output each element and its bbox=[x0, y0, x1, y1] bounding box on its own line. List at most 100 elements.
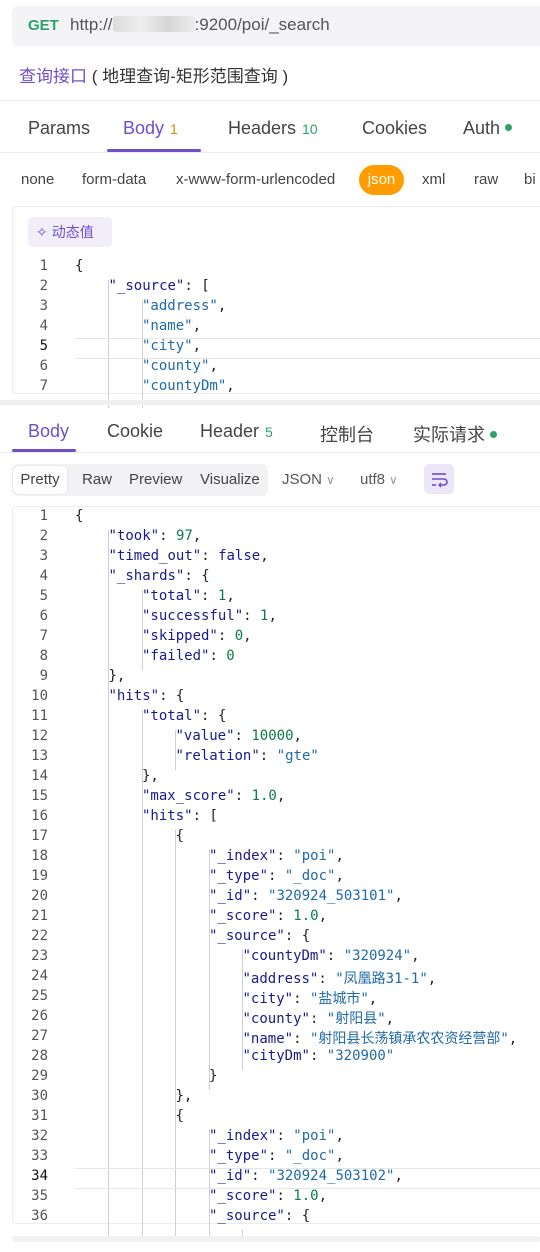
line-number: 15 bbox=[31, 788, 48, 804]
line-number: 27 bbox=[31, 1028, 48, 1044]
code-line: "max_score": 1.0, bbox=[142, 788, 286, 804]
body-count-badge: 1 bbox=[170, 121, 178, 137]
code-line: "successful": 1, bbox=[142, 608, 277, 624]
view-preview[interactable]: Preview bbox=[129, 471, 182, 488]
view-visualize[interactable]: Visualize bbox=[200, 471, 260, 488]
horizontal-scrollbar[interactable] bbox=[12, 1236, 540, 1242]
indent-guide bbox=[108, 530, 109, 1238]
code-line: "hits": { bbox=[108, 688, 185, 704]
line-number: 3 bbox=[39, 298, 48, 314]
code-line: { bbox=[75, 258, 84, 274]
code-line: "took": 97, bbox=[108, 528, 202, 544]
redacted-host bbox=[112, 16, 195, 32]
code-line: "total": 1, bbox=[142, 588, 235, 604]
line-number: 26 bbox=[31, 1008, 48, 1024]
format-select[interactable]: JSON ∨ bbox=[282, 471, 335, 488]
line-number: 21 bbox=[31, 908, 48, 924]
resp-tab-console[interactable]: 控制台 bbox=[320, 421, 374, 447]
line-number: 28 bbox=[31, 1048, 48, 1064]
code-line: "hits": [ bbox=[142, 808, 218, 824]
body-type-xml[interactable]: xml bbox=[422, 171, 445, 188]
line-number: 17 bbox=[31, 828, 48, 844]
code-line: "name": "射阳县长荡镇承农农资经营部", bbox=[242, 1031, 518, 1047]
request-title: 查询接口 ( 地理查询-矩形范围查询 ) bbox=[19, 62, 288, 87]
wrap-lines-icon bbox=[432, 473, 448, 488]
tab-auth[interactable]: Auth bbox=[463, 118, 513, 139]
indent-guide bbox=[208, 850, 210, 1090]
body-type-form-data[interactable]: form-data bbox=[82, 171, 146, 188]
line-number: 32 bbox=[31, 1128, 48, 1144]
code-line: "_source": [ bbox=[108, 278, 210, 294]
code-line: "relation": "gte" bbox=[175, 748, 319, 764]
line-number: 23 bbox=[31, 948, 48, 964]
section-divider bbox=[0, 400, 540, 405]
code-line: { bbox=[175, 1108, 184, 1124]
line-number: 35 bbox=[31, 1188, 48, 1204]
code-line: "county", bbox=[142, 358, 218, 374]
body-type-json[interactable]: json bbox=[359, 165, 404, 195]
line-number: 25 bbox=[31, 988, 48, 1004]
code-line: "_index": "poi", bbox=[209, 1128, 344, 1144]
code-line: "_source": { bbox=[209, 928, 311, 944]
line-number: 13 bbox=[31, 748, 48, 764]
resp-tab-body[interactable]: Body bbox=[28, 421, 69, 442]
headers-count-badge: 10 bbox=[302, 121, 318, 137]
line-number: 12 bbox=[31, 728, 48, 744]
view-raw[interactable]: Raw bbox=[82, 471, 112, 488]
code-line: "name", bbox=[142, 318, 202, 334]
resp-tab-actual-request[interactable]: 实际请求 bbox=[413, 421, 497, 447]
line-number: 30 bbox=[31, 1088, 48, 1104]
auth-status-dot bbox=[505, 124, 513, 131]
code-line: }, bbox=[142, 768, 159, 784]
line-number: 20 bbox=[31, 888, 48, 904]
divider bbox=[0, 152, 540, 153]
body-type-urlencoded[interactable]: x-www-form-urlencoded bbox=[176, 171, 335, 188]
resp-tab-header[interactable]: Header 5 bbox=[200, 421, 273, 442]
line-number: 16 bbox=[31, 808, 48, 824]
chevron-down-icon: ∨ bbox=[326, 473, 335, 487]
line-number: 34 bbox=[31, 1168, 48, 1184]
request-status-dot bbox=[490, 431, 497, 438]
code-line: "address": "凤凰路31-1", bbox=[242, 971, 437, 987]
body-type-binary[interactable]: bi bbox=[524, 171, 536, 188]
line-number: 9 bbox=[39, 668, 48, 684]
tab-body[interactable]: Body 1 bbox=[123, 118, 178, 139]
code-line: "failed": 0 bbox=[142, 648, 235, 664]
header-count-badge: 5 bbox=[265, 424, 273, 440]
code-line: "skipped": 0, bbox=[142, 628, 252, 644]
tab-params[interactable]: Params bbox=[28, 118, 90, 139]
divider bbox=[0, 100, 540, 101]
view-pretty[interactable]: Pretty bbox=[13, 466, 67, 494]
url-bar[interactable]: GET http://:9200/poi/_search bbox=[12, 6, 540, 46]
code-line: }, bbox=[108, 668, 126, 684]
tab-cookies[interactable]: Cookies bbox=[362, 118, 427, 139]
http-method[interactable]: GET bbox=[28, 17, 59, 34]
line-number: 6 bbox=[39, 358, 48, 374]
request-tabs: Params Body 1 Headers 10 Cookies Auth bbox=[0, 106, 540, 152]
code-line: "address", bbox=[142, 298, 227, 314]
tab-headers[interactable]: Headers 10 bbox=[228, 118, 318, 139]
line-number: 14 bbox=[31, 768, 48, 784]
resp-tab-cookie[interactable]: Cookie bbox=[107, 421, 163, 442]
code-line: "_index": "poi", bbox=[209, 848, 344, 864]
body-type-raw[interactable]: raw bbox=[474, 171, 498, 188]
encoding-select[interactable]: utf8 ∨ bbox=[360, 471, 398, 488]
code-line: "countyDm": "320924", bbox=[242, 948, 420, 964]
code-line: "cityDm": "320900" bbox=[242, 1048, 395, 1064]
code-line: "city": "盐城市", bbox=[242, 991, 378, 1007]
api-name-link[interactable]: 查询接口 bbox=[19, 67, 87, 86]
code-line: { bbox=[75, 508, 84, 524]
line-number: 2 bbox=[39, 528, 48, 544]
line-number: 31 bbox=[31, 1108, 48, 1124]
code-line: "_score": 1.0, bbox=[209, 1188, 328, 1204]
line-number: 7 bbox=[39, 378, 48, 394]
wrap-lines-button[interactable] bbox=[424, 464, 454, 494]
line-number: 1 bbox=[39, 258, 48, 274]
dynamic-value-button[interactable]: ✧ 动态值 bbox=[28, 217, 112, 247]
body-type-none[interactable]: none bbox=[21, 171, 54, 188]
code-line: } bbox=[209, 1068, 218, 1084]
code-line: "_score": 1.0, bbox=[209, 908, 328, 924]
code-line: "total": { bbox=[142, 708, 227, 724]
line-number: 24 bbox=[31, 968, 48, 984]
url-text[interactable]: http://:9200/poi/_search bbox=[70, 15, 330, 35]
